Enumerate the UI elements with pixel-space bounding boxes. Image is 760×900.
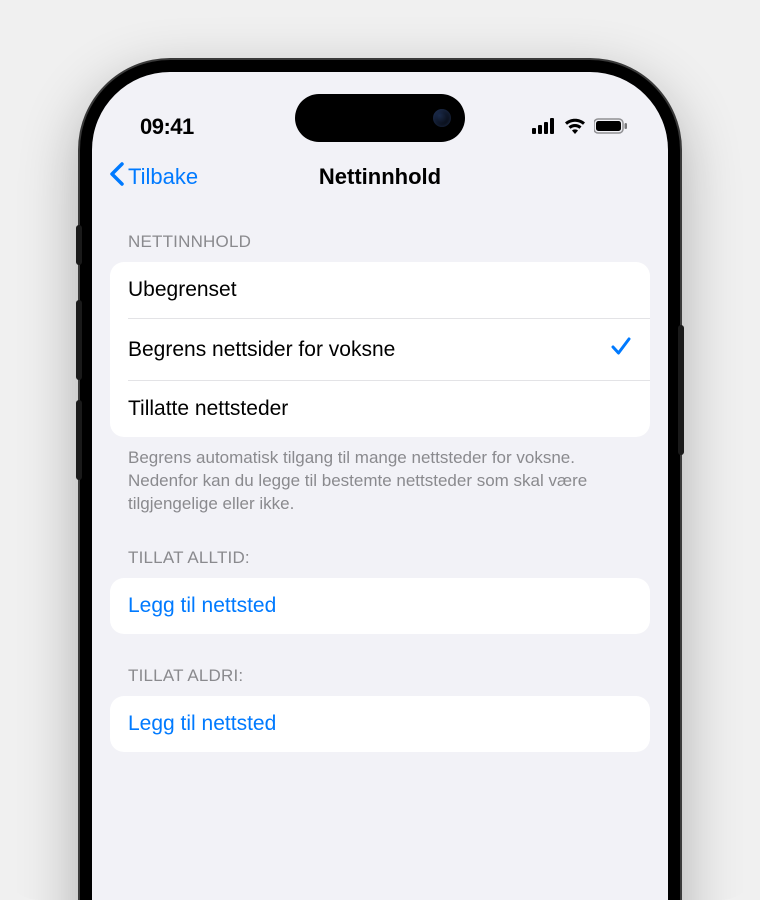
web-content-options-group: Ubegrenset Begrens nettsider for voksne … <box>110 262 650 437</box>
wifi-icon <box>564 114 586 140</box>
option-unrestricted[interactable]: Ubegrenset <box>110 262 650 318</box>
nav-bar: Tilbake Nettinnhold <box>92 150 668 204</box>
section-header-never: TILLAT ALDRI: <box>110 634 650 696</box>
silence-switch <box>76 225 82 265</box>
volume-down-button <box>76 400 82 480</box>
option-label: Tillatte nettsteder <box>128 397 632 421</box>
back-label: Tilbake <box>128 164 198 190</box>
volume-up-button <box>76 300 82 380</box>
cellular-icon <box>532 114 556 140</box>
battery-icon <box>594 114 628 140</box>
option-allowed-sites[interactable]: Tillatte nettsteder <box>128 380 650 437</box>
power-button <box>678 325 684 455</box>
front-camera <box>433 109 451 127</box>
section-header-web: NETTINNHOLD <box>110 204 650 262</box>
page-title: Nettinnhold <box>319 164 441 190</box>
section-footer-web: Begrens automatisk tilgang til mange net… <box>110 437 650 516</box>
allow-always-group: Legg til nettsted <box>110 578 650 634</box>
add-website-allow-button[interactable]: Legg til nettsted <box>110 578 650 634</box>
back-button[interactable]: Tilbake <box>108 161 198 193</box>
checkmark-icon <box>610 335 632 364</box>
never-allow-group: Legg til nettsted <box>110 696 650 752</box>
option-limit-adult[interactable]: Begrens nettsider for voksne <box>128 318 650 380</box>
option-label: Ubegrenset <box>128 278 632 302</box>
section-header-allow: TILLAT ALLTID: <box>110 516 650 578</box>
option-label: Begrens nettsider for voksne <box>128 338 610 362</box>
add-website-label: Legg til nettsted <box>128 594 276 618</box>
add-website-label: Legg til nettsted <box>128 712 276 736</box>
chevron-left-icon <box>108 159 124 191</box>
status-time: 09:41 <box>140 114 194 140</box>
phone-frame: 09:41 <box>80 60 680 900</box>
dynamic-island <box>295 94 465 142</box>
add-website-never-button[interactable]: Legg til nettsted <box>110 696 650 752</box>
